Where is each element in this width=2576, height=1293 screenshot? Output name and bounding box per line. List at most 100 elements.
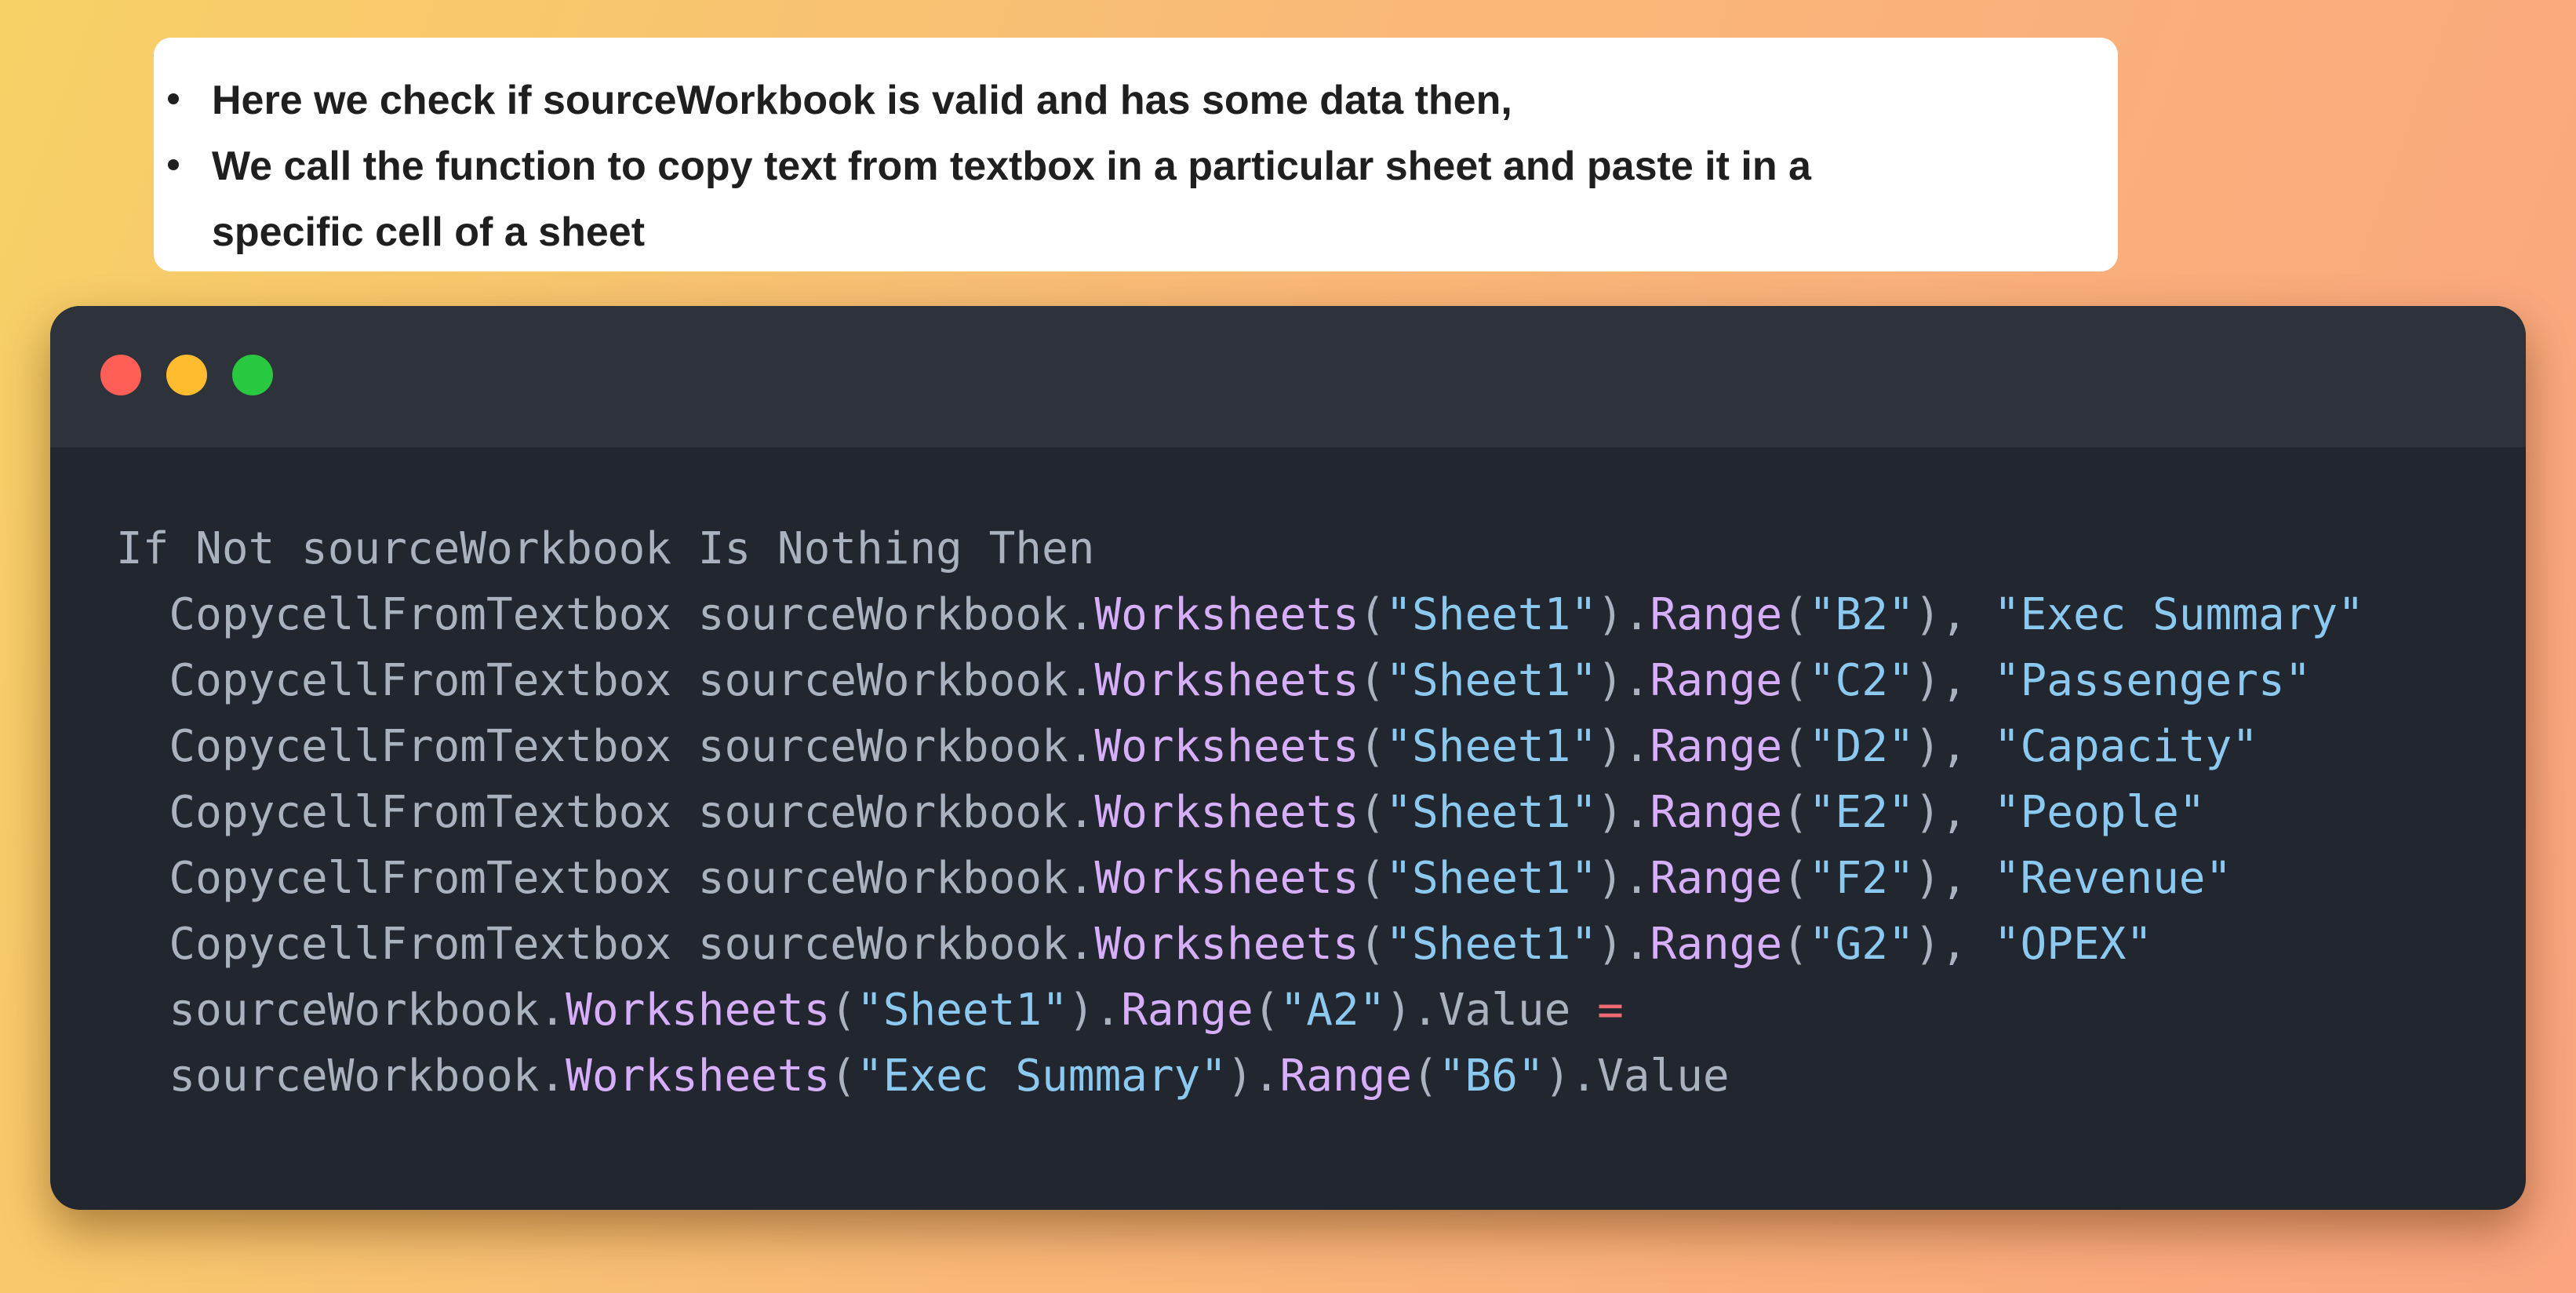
- code-token-property: Range: [1279, 1051, 1413, 1102]
- code-token: ).: [1597, 655, 1650, 706]
- code-token: (: [1782, 853, 1809, 904]
- code-token: CopycellFromTextbox sourceWorkbook.: [116, 655, 1095, 706]
- code-line: CopycellFromTextbox sourceWorkbook.Works…: [116, 846, 2526, 912]
- code-token-string: "Capacity": [1993, 721, 2258, 772]
- code-token-property: Worksheets: [1094, 589, 1359, 640]
- code-token-string: "Exec Summary": [857, 1051, 1228, 1102]
- code-token-property: Range: [1650, 919, 1783, 970]
- code-token: (: [1359, 589, 1386, 640]
- code-token: (: [1359, 721, 1386, 772]
- window-title-bar: [50, 306, 2526, 447]
- code-token: ).: [1597, 787, 1650, 838]
- code-token: ).: [1597, 589, 1650, 640]
- code-token-string: "B6": [1438, 1051, 1545, 1102]
- code-token-property: Range: [1650, 655, 1783, 706]
- code-token-property: Range: [1650, 853, 1783, 904]
- code-token: ).Value: [1544, 1051, 1730, 1102]
- note-text: specific cell of a sheet: [212, 209, 646, 255]
- close-window-icon[interactable]: [100, 355, 141, 395]
- code-token: (: [1359, 655, 1386, 706]
- code-token: (: [1253, 985, 1280, 1036]
- code-token: (: [830, 1051, 857, 1102]
- code-token-property: Worksheets: [1094, 919, 1359, 970]
- code-token-property: Range: [1121, 985, 1253, 1036]
- code-token: CopycellFromTextbox sourceWorkbook.: [116, 919, 1095, 970]
- code-token: ),: [1914, 655, 1994, 706]
- bullet-icon: [168, 93, 179, 104]
- minimize-window-icon[interactable]: [166, 355, 207, 395]
- code-token: CopycellFromTextbox sourceWorkbook.: [116, 787, 1095, 838]
- code-token: ).: [1068, 985, 1122, 1036]
- code-token-property: Worksheets: [1094, 787, 1359, 838]
- code-token-string: "G2": [1808, 919, 1915, 970]
- code-token: (: [1359, 853, 1386, 904]
- code-token-string: "Revenue": [1993, 853, 2232, 904]
- code-line: If Not sourceWorkbook Is Nothing Then: [116, 516, 2526, 582]
- maximize-window-icon[interactable]: [232, 355, 273, 395]
- code-token-string: "Passengers": [1993, 655, 2312, 706]
- code-token: ),: [1914, 721, 1994, 772]
- code-block: If Not sourceWorkbook Is Nothing Then Co…: [116, 516, 2526, 1109]
- code-line: sourceWorkbook.Worksheets("Sheet1").Rang…: [116, 978, 2526, 1044]
- code-token-property: Worksheets: [566, 985, 831, 1036]
- code-token-string: "Sheet1": [857, 985, 1068, 1036]
- code-token: CopycellFromTextbox sourceWorkbook.: [116, 721, 1095, 772]
- code-token-string: "Sheet1": [1385, 655, 1598, 706]
- code-token: (: [1359, 787, 1386, 838]
- code-token-string: "Sheet1": [1385, 721, 1598, 772]
- code-token-property: Worksheets: [1094, 853, 1359, 904]
- code-token: ).: [1597, 721, 1650, 772]
- code-token-property: Range: [1650, 589, 1783, 640]
- code-token-property: Range: [1650, 787, 1783, 838]
- code-token-string: "B2": [1808, 589, 1915, 640]
- code-token: (: [830, 985, 857, 1036]
- note-text: Here we check if sourceWorkbook is valid…: [212, 78, 1512, 123]
- code-line: CopycellFromTextbox sourceWorkbook.Works…: [116, 780, 2526, 846]
- code-token: ).: [1227, 1051, 1280, 1102]
- code-token: ),: [1914, 853, 1994, 904]
- note-item: We call the function to copy text from t…: [168, 133, 2087, 199]
- code-token-string: "Exec Summary": [1993, 589, 2364, 640]
- code-token: ).Value: [1385, 985, 1598, 1036]
- code-line: CopycellFromTextbox sourceWorkbook.Works…: [116, 582, 2526, 648]
- code-token: ).: [1597, 919, 1650, 970]
- code-token-string: "People": [1993, 787, 2206, 838]
- code-token-string: "D2": [1808, 721, 1915, 772]
- code-line: CopycellFromTextbox sourceWorkbook.Works…: [116, 714, 2526, 780]
- code-token: (: [1782, 919, 1809, 970]
- code-token-string: "Sheet1": [1385, 919, 1598, 970]
- code-line: CopycellFromTextbox sourceWorkbook.Works…: [116, 912, 2526, 978]
- code-token: ),: [1914, 919, 1994, 970]
- code-token-property: Worksheets: [1094, 721, 1359, 772]
- note-item-continuation: specific cell of a sheet: [212, 199, 2087, 265]
- code-token: CopycellFromTextbox sourceWorkbook.: [116, 589, 1095, 640]
- code-token: (: [1412, 1051, 1439, 1102]
- code-token: If Not sourceWorkbook Is Nothing Then: [116, 523, 1095, 574]
- code-token: CopycellFromTextbox sourceWorkbook.: [116, 853, 1095, 904]
- bullet-icon: [168, 159, 179, 170]
- code-token: (: [1359, 919, 1386, 970]
- code-token-string: "E2": [1808, 787, 1915, 838]
- code-token: ).: [1597, 853, 1650, 904]
- code-token: ),: [1914, 787, 1994, 838]
- code-token-string: "Sheet1": [1385, 787, 1598, 838]
- code-token-string: "Sheet1": [1385, 853, 1598, 904]
- code-token: (: [1782, 721, 1809, 772]
- code-token-string: "A2": [1279, 985, 1386, 1036]
- code-token-string: "Sheet1": [1385, 589, 1598, 640]
- code-token: sourceWorkbook.: [116, 985, 566, 1036]
- note-item: Here we check if sourceWorkbook is valid…: [168, 67, 2087, 133]
- note-text: We call the function to copy text from t…: [212, 144, 1811, 189]
- code-token-property: Worksheets: [1094, 655, 1359, 706]
- code-token-property: Worksheets: [566, 1051, 831, 1102]
- notes-list: Here we check if sourceWorkbook is valid…: [168, 67, 2087, 265]
- code-line: sourceWorkbook.Worksheets("Exec Summary"…: [116, 1044, 2526, 1109]
- code-token-string: "F2": [1808, 853, 1915, 904]
- code-token: (: [1782, 589, 1809, 640]
- code-token: ),: [1914, 589, 1994, 640]
- notes-card: Here we check if sourceWorkbook is valid…: [154, 38, 2118, 271]
- code-token: sourceWorkbook.: [116, 1051, 566, 1102]
- code-token-string: "C2": [1808, 655, 1915, 706]
- code-window: If Not sourceWorkbook Is Nothing Then Co…: [50, 306, 2526, 1210]
- code-line: CopycellFromTextbox sourceWorkbook.Works…: [116, 648, 2526, 714]
